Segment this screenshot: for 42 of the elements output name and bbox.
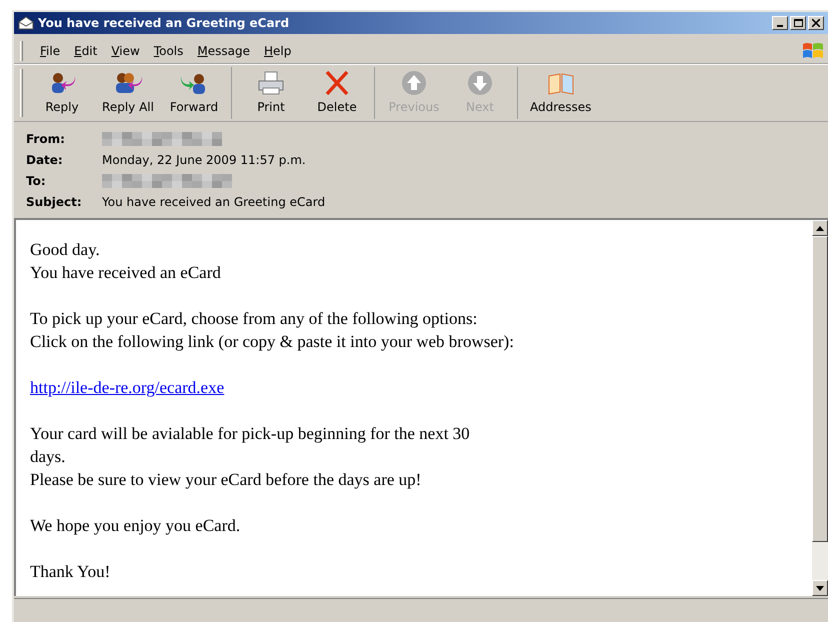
body-link[interactable]: http://ile-de-re.org/ecard.exe [30, 378, 224, 397]
body-text: To pick up your eCard, choose from any of the following options: [30, 309, 478, 328]
body-text: You have received an eCard [30, 263, 221, 282]
toolbar-button[interactable]: Print [238, 68, 304, 118]
header-label: From: [26, 131, 66, 148]
header-label: Subject: [26, 194, 83, 211]
window-title: You have received an Greeting eCard [38, 15, 290, 32]
scroll-down-button[interactable] [812, 580, 828, 596]
up-triangle-icon [816, 226, 824, 230]
toolbar-button[interactable]: Addresses [524, 68, 598, 118]
maximize-button[interactable] [790, 16, 806, 30]
header-label: Date: [26, 152, 64, 169]
close-icon [812, 19, 820, 27]
toolbar-button[interactable]: Reply All [95, 68, 161, 118]
printer-icon [256, 70, 286, 96]
body-text: We hope you enjoy you eCard. [30, 516, 240, 535]
body-text: Good day. [30, 240, 100, 259]
menu-item[interactable]: File [33, 42, 68, 60]
people-arrow-icon [113, 70, 143, 96]
header-value: You have received an Greeting eCard [102, 194, 326, 211]
body-text: days. [30, 447, 66, 466]
menu-item[interactable]: Message [190, 42, 258, 60]
body-text: Your card will be avialable for pick-up beginning for the next 30 [30, 424, 470, 443]
scroll-thumb[interactable] [812, 236, 828, 542]
scroll-up-button[interactable] [812, 220, 828, 236]
envelope-icon [18, 16, 34, 30]
toolbar-button[interactable]: Delete [304, 68, 370, 118]
body-text: Please be sure to view your eCard before the days are up! [30, 470, 422, 489]
body-text: Thank You! [30, 562, 110, 581]
minimize-button[interactable] [772, 16, 788, 30]
menu-item[interactable]: View [104, 42, 147, 60]
header-value: Monday, 22 June 2009 11:57 p.m. [102, 152, 306, 169]
menu-item[interactable]: Tools [146, 42, 190, 60]
header-label: To: [26, 173, 47, 190]
body-text: Click on the following link (or copy & paste it into your web browser): [30, 332, 514, 351]
windows-logo-icon [802, 40, 824, 60]
toolbar-button[interactable]: Forward [161, 68, 227, 118]
down-triangle-icon [816, 586, 824, 590]
menu-item[interactable]: Help [257, 42, 298, 60]
menu-item[interactable]: Edit [67, 42, 104, 60]
close-button[interactable] [808, 16, 824, 30]
toolbar-button[interactable]: Reply [29, 68, 95, 118]
